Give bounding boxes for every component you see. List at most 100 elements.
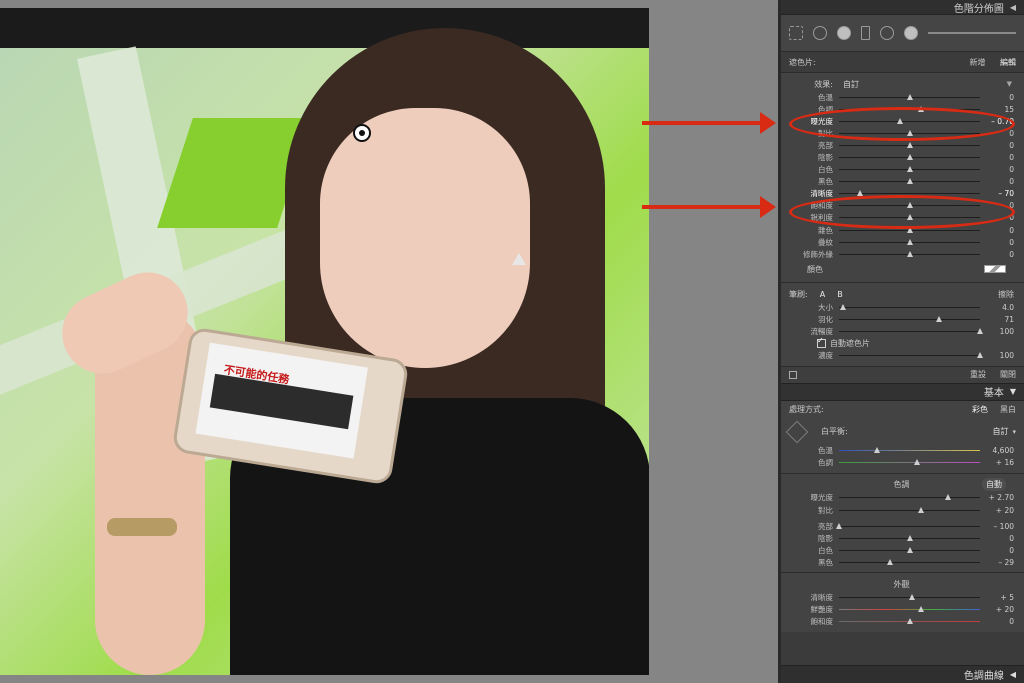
slider-row[interactable]: 白色 0 bbox=[789, 164, 1014, 176]
slider-row[interactable]: 大小 4.0 bbox=[789, 301, 1014, 313]
slider-value[interactable]: – 70 bbox=[986, 189, 1014, 198]
color-swatch[interactable] bbox=[984, 265, 1006, 274]
slider-row[interactable]: 色溫 0 bbox=[789, 91, 1014, 103]
auto-mask-row[interactable]: 自動遮色片 bbox=[817, 336, 1014, 350]
slider-handle[interactable] bbox=[874, 447, 881, 454]
slider-value[interactable]: 0 bbox=[986, 546, 1014, 555]
slider-track[interactable] bbox=[839, 352, 983, 359]
slider-value[interactable]: 0 bbox=[986, 141, 1014, 150]
slider-track[interactable] bbox=[839, 546, 980, 553]
slider-row[interactable]: 曝光度 + 2.70 bbox=[789, 492, 1015, 504]
slider-row[interactable]: 清晰度 + 5 bbox=[789, 591, 1015, 603]
slider-row[interactable]: 對比 + 20 bbox=[789, 504, 1014, 516]
brush-a-button[interactable]: A bbox=[820, 290, 825, 299]
slider-track[interactable] bbox=[839, 494, 980, 501]
histogram-header[interactable]: 色階分佈圖 ◀ bbox=[781, 0, 1024, 15]
slider-handle[interactable] bbox=[936, 315, 943, 322]
basic-header[interactable]: 基本 ▼ bbox=[781, 382, 1024, 401]
slider-value[interactable]: 0 bbox=[986, 177, 1014, 186]
slider-track[interactable] bbox=[839, 238, 980, 245]
treatment-bw-button[interactable]: 黑白 bbox=[1000, 404, 1016, 415]
slider-handle[interactable] bbox=[917, 606, 924, 613]
slider-value[interactable]: 0 bbox=[986, 165, 1014, 174]
slider-handle[interactable] bbox=[906, 178, 913, 185]
slider-handle[interactable] bbox=[836, 522, 842, 529]
slider-track[interactable] bbox=[839, 141, 980, 148]
mask-edit-button[interactable]: 編輯 bbox=[1000, 58, 1016, 67]
slider-value[interactable]: + 2.70 bbox=[986, 493, 1014, 502]
brush-erase-button[interactable]: 擦除 bbox=[998, 289, 1014, 300]
slider-row[interactable]: 修飾外緣 0 bbox=[789, 248, 1014, 260]
slider-row[interactable]: 色調 + 16 bbox=[789, 457, 1014, 469]
slider-track[interactable] bbox=[836, 522, 980, 529]
slider-row[interactable]: 飽和度 0 bbox=[789, 616, 1015, 628]
slider-value[interactable]: + 20 bbox=[986, 605, 1014, 614]
tool-slider[interactable] bbox=[928, 32, 1016, 34]
slider-track[interactable] bbox=[839, 328, 983, 335]
slider-row[interactable]: 鮮艷度 + 20 bbox=[789, 604, 1015, 616]
slider-value[interactable]: 0 bbox=[986, 93, 1014, 102]
collapse-down-icon[interactable]: ▼ bbox=[1010, 387, 1016, 396]
wb-dropdown-icon[interactable]: ▾ bbox=[1012, 428, 1016, 436]
crop-tool-icon[interactable] bbox=[789, 26, 803, 40]
slider-row[interactable]: 亮部 0 bbox=[789, 139, 1014, 151]
treatment-color-button[interactable]: 彩色 bbox=[972, 404, 988, 415]
slider-track[interactable] bbox=[839, 534, 980, 541]
photo-image[interactable]: 不可能的任務 bbox=[0, 8, 649, 675]
slider-row[interactable]: 色溫 4,600 bbox=[789, 445, 1014, 457]
slider-value[interactable]: 71 bbox=[986, 315, 1014, 324]
slider-handle[interactable] bbox=[906, 618, 913, 625]
slider-row[interactable]: 陰影 0 bbox=[789, 151, 1014, 163]
slider-track[interactable] bbox=[839, 226, 980, 233]
slider-track[interactable] bbox=[839, 178, 980, 185]
wb-select[interactable]: 自訂 bbox=[992, 426, 1008, 437]
redeye-icon[interactable] bbox=[837, 26, 851, 40]
slider-track[interactable] bbox=[839, 250, 980, 257]
slider-value[interactable]: 4.0 bbox=[986, 303, 1014, 312]
slider-handle[interactable] bbox=[977, 352, 983, 359]
slider-handle[interactable] bbox=[906, 166, 913, 173]
auto-tone-button[interactable]: 自動 bbox=[982, 478, 1006, 492]
slider-value[interactable]: 0 bbox=[986, 534, 1014, 543]
slider-value[interactable]: + 20 bbox=[986, 506, 1014, 515]
adjustment-brush-pin[interactable] bbox=[353, 124, 371, 142]
slider-row[interactable]: 濃度 100 bbox=[789, 350, 1014, 362]
slider-track[interactable] bbox=[839, 459, 980, 466]
reset-button[interactable]: 重設 bbox=[970, 369, 986, 380]
slider-handle[interactable] bbox=[917, 506, 924, 513]
eyedropper-icon[interactable] bbox=[785, 420, 809, 444]
slider-handle[interactable] bbox=[909, 593, 916, 600]
close-button[interactable]: 關閉 bbox=[1000, 369, 1016, 380]
collapse-left-icon[interactable]: ◀ bbox=[1010, 3, 1016, 12]
tone-curve-header[interactable]: 色調曲線 ◀ bbox=[781, 665, 1024, 683]
slider-handle[interactable] bbox=[906, 534, 913, 541]
slider-value[interactable]: 0 bbox=[986, 617, 1014, 626]
slider-row[interactable]: 黑色 0 bbox=[789, 176, 1014, 188]
effect-select[interactable]: 自訂 bbox=[843, 79, 859, 90]
slider-handle[interactable] bbox=[977, 328, 983, 335]
slider-track[interactable] bbox=[839, 558, 980, 565]
slider-handle[interactable] bbox=[906, 250, 913, 257]
slider-handle[interactable] bbox=[906, 238, 913, 245]
slider-row[interactable]: 黑色 – 29 bbox=[789, 556, 1014, 568]
slider-value[interactable]: 0 bbox=[986, 153, 1014, 162]
slider-row[interactable]: 白色 0 bbox=[789, 544, 1014, 556]
slider-value[interactable]: – 100 bbox=[986, 522, 1014, 531]
slider-track[interactable] bbox=[839, 506, 980, 513]
slider-handle[interactable] bbox=[840, 303, 847, 310]
slider-track[interactable] bbox=[839, 606, 980, 613]
radial-filter-icon[interactable] bbox=[880, 26, 894, 40]
slider-row[interactable]: 亮部 – 100 bbox=[789, 520, 1014, 532]
slider-handle[interactable] bbox=[906, 546, 913, 553]
slider-track[interactable] bbox=[839, 618, 980, 625]
graduated-filter-icon[interactable] bbox=[861, 26, 870, 40]
slider-value[interactable]: 0 bbox=[986, 226, 1014, 235]
slider-row[interactable]: 陰影 0 bbox=[789, 532, 1014, 544]
effect-dropdown-icon[interactable]: ▼ bbox=[1007, 80, 1012, 88]
slider-track[interactable] bbox=[839, 93, 980, 100]
slider-track[interactable] bbox=[839, 447, 980, 454]
slider-track[interactable] bbox=[839, 154, 980, 161]
slider-value[interactable]: 100 bbox=[986, 327, 1014, 336]
slider-row[interactable]: 羽化 71 bbox=[789, 313, 1014, 325]
slider-track[interactable] bbox=[839, 593, 980, 600]
